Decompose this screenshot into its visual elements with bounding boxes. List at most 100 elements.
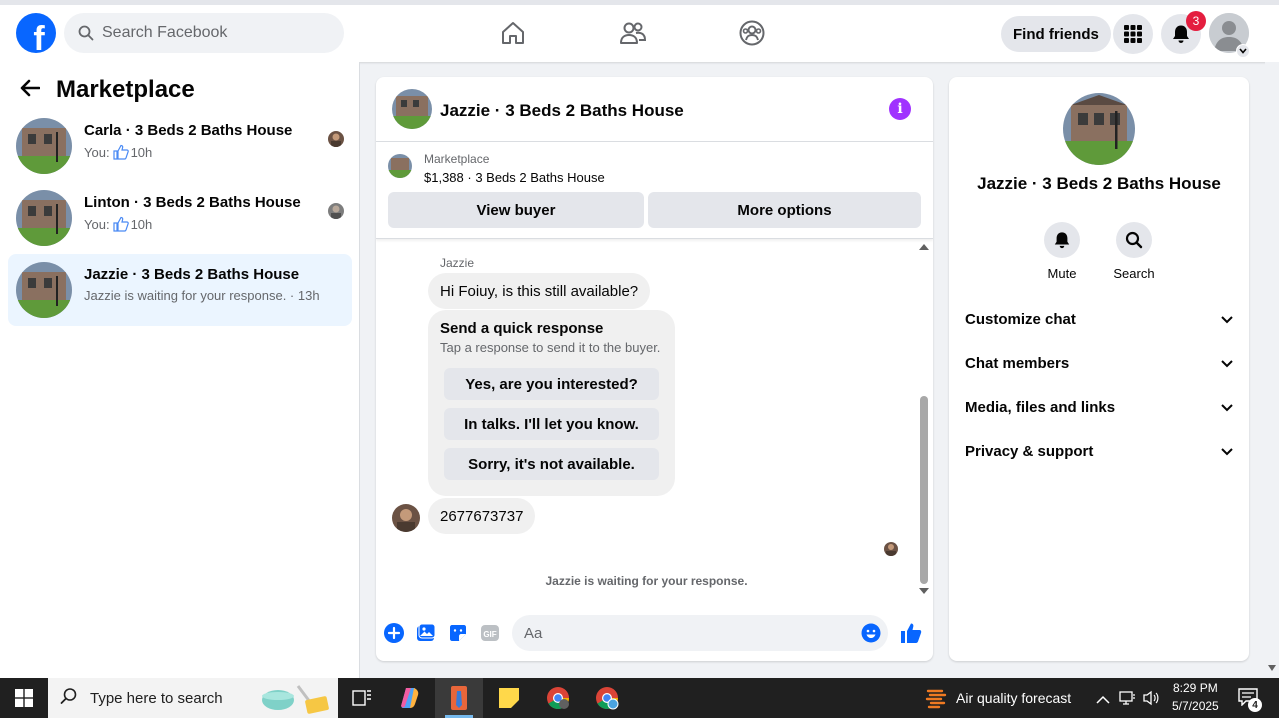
message-input[interactable]	[512, 615, 888, 651]
quick-response-option[interactable]: Sorry, it's not available.	[444, 448, 659, 480]
pinned-app-icon[interactable]	[435, 678, 483, 718]
incoming-message: Hi Foiuy, is this still available?	[428, 273, 651, 309]
taskbar-search-box[interactable]	[48, 678, 338, 718]
conversation-item-linton[interactable]: Linton · 3 Beds 2 Baths House You: 10h	[8, 182, 352, 254]
sticky-notes-icon[interactable]	[485, 678, 533, 718]
info-icon[interactable]: i	[889, 98, 911, 120]
account-chevron-down-icon[interactable]	[1236, 44, 1250, 58]
page-scrollbar[interactable]	[1265, 62, 1279, 678]
search-icon	[76, 23, 96, 43]
thumbs-up-send-icon[interactable]	[898, 622, 924, 644]
chat-title[interactable]: Jazzie · 3 Beds 2 Baths House	[440, 101, 684, 121]
section-label: Media, files and links	[965, 398, 1116, 416]
friends-icon[interactable]	[615, 15, 651, 51]
task-view-icon[interactable]	[338, 678, 386, 718]
copilot-icon[interactable]	[386, 678, 434, 718]
quick-response-title: Send a quick response	[440, 320, 604, 337]
back-arrow-icon[interactable]	[20, 79, 41, 102]
chrome-profile-icon[interactable]	[583, 678, 631, 718]
chevron-down-icon	[1221, 311, 1233, 328]
mute-action[interactable]: Mute	[1032, 222, 1092, 281]
plus-circle-icon[interactable]	[383, 622, 405, 644]
marketplace-title: Marketplace	[56, 76, 195, 103]
message-thread[interactable]: Jazzie Hi Foiuy, is this still available…	[376, 240, 933, 602]
sticker-icon[interactable]	[447, 622, 469, 644]
notification-center-count: 4	[1248, 698, 1262, 712]
chevron-down-icon	[1221, 443, 1233, 460]
conversation-item-jazzie[interactable]: Jazzie · 3 Beds 2 Baths House Jazzie is …	[8, 254, 352, 326]
conversation-preview: You: 10h	[84, 144, 152, 160]
scroll-up-arrow-icon[interactable]	[919, 244, 929, 250]
you-prefix: You:	[84, 144, 110, 160]
facebook-search-input[interactable]	[102, 24, 322, 42]
logo-letter: f	[33, 20, 45, 53]
chevron-down-icon	[1221, 399, 1233, 416]
taskbar-clock-date[interactable]: 5/7/2025	[1172, 699, 1219, 713]
quick-response-option[interactable]: In talks. I'll let you know.	[444, 408, 659, 440]
conversation-preview: Jazzie is waiting for your response. · 1…	[84, 288, 320, 303]
view-buyer-button[interactable]: View buyer	[388, 192, 644, 228]
conversation-item-carla[interactable]: Carla · 3 Beds 2 Baths House You: 10h	[8, 110, 352, 182]
volume-icon[interactable]	[1142, 690, 1160, 711]
page-scroll-down-arrow-icon[interactable]	[1268, 665, 1276, 671]
taskbar-search-input[interactable]	[90, 689, 250, 707]
quick-response-option[interactable]: Yes, are you interested?	[444, 368, 659, 400]
house-thumbnail	[16, 118, 72, 174]
thumbs-up-icon	[112, 216, 129, 232]
chat-details-panel: Jazzie · 3 Beds 2 Baths House Mute Searc…	[949, 77, 1249, 661]
waiting-status: Jazzie is waiting for your response.	[545, 574, 748, 588]
quick-response-subtitle: Tap a response to send it to the buyer.	[440, 340, 661, 355]
conversation-name: Linton · 3 Beds 2 Baths House	[84, 194, 301, 211]
search-icon[interactable]	[1116, 222, 1152, 258]
listing-price-title[interactable]: $1,388 · 3 Beds 2 Baths House	[424, 170, 605, 185]
conversation-time: 10h	[130, 216, 153, 232]
facebook-logo[interactable]: f	[16, 13, 56, 53]
facebook-search-box[interactable]	[64, 13, 344, 53]
marketplace-header: Marketplace	[20, 76, 195, 104]
mute-label: Mute	[1047, 266, 1077, 281]
section-customize-chat[interactable]: Customize chat	[957, 297, 1241, 341]
section-label: Chat members	[965, 354, 1070, 372]
conversation-name: Carla · 3 Beds 2 Baths House	[84, 122, 293, 139]
more-options-button[interactable]: More options	[648, 192, 921, 228]
details-house-thumbnail[interactable]	[1063, 93, 1135, 165]
taskbar-clock-time[interactable]: 8:29 PM	[1173, 681, 1218, 695]
chat-house-thumbnail[interactable]	[392, 89, 432, 129]
conversation-preview: You: 10h	[84, 216, 152, 232]
emoji-icon[interactable]	[860, 622, 882, 644]
listing-category: Marketplace	[424, 152, 490, 166]
conversation-name: Jazzie · 3 Beds 2 Baths House	[84, 266, 300, 283]
house-thumbnail	[16, 190, 72, 246]
message-composer: GIF	[376, 609, 933, 657]
notification-count-badge: 3	[1186, 11, 1206, 31]
photo-icon[interactable]	[415, 622, 437, 644]
home-icon[interactable]	[495, 15, 531, 51]
chevron-up-icon[interactable]	[1096, 692, 1110, 710]
find-friends-button[interactable]: Find friends	[1001, 16, 1111, 52]
section-privacy-support[interactable]: Privacy & support	[957, 429, 1241, 473]
network-icon[interactable]	[1118, 690, 1136, 711]
scroll-down-arrow-icon[interactable]	[919, 588, 929, 594]
incoming-message: 2677673737	[428, 498, 536, 534]
air-quality-icon[interactable]	[925, 687, 947, 714]
chevron-down-icon	[1221, 355, 1233, 372]
section-media-files-links[interactable]: Media, files and links	[957, 385, 1241, 429]
air-quality-label[interactable]: Air quality forecast	[956, 690, 1071, 706]
listing-banner: Marketplace $1,388 · 3 Beds 2 Baths Hous…	[376, 142, 933, 239]
top-navigation-bar: f Find friends 3	[0, 0, 1279, 62]
house-thumbnail	[16, 262, 72, 318]
section-chat-members[interactable]: Chat members	[957, 341, 1241, 385]
menu-grid-icon[interactable]	[1113, 14, 1153, 54]
search-action[interactable]: Search	[1104, 222, 1164, 281]
chrome-icon[interactable]	[534, 678, 582, 718]
sender-avatar[interactable]	[392, 504, 420, 532]
bell-icon[interactable]	[1044, 222, 1080, 258]
chat-scrollbar-thumb[interactable]	[920, 396, 928, 584]
listing-thumbnail	[388, 154, 412, 178]
groups-icon[interactable]	[734, 15, 770, 51]
gif-icon[interactable]: GIF	[479, 622, 501, 644]
windows-start-icon[interactable]	[0, 678, 48, 718]
thumbs-up-icon	[112, 144, 129, 160]
details-title: Jazzie · 3 Beds 2 Baths House	[977, 174, 1221, 193]
svg-text:GIF: GIF	[483, 630, 496, 639]
